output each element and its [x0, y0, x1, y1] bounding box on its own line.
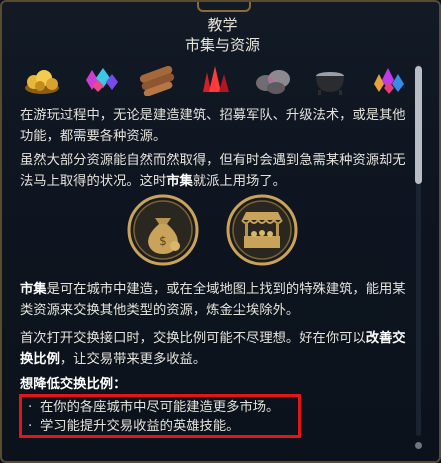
tips-heading: 想降低交换比例： [20, 377, 127, 392]
mixed-gems-resource-icon [366, 62, 410, 96]
crystal-resource-icon [193, 62, 237, 96]
market-need-text-end: 就派上用场了。 [192, 174, 286, 189]
exchange-rate-text: 首次打开交换接口时，交换比例可能不尽理想。好在你可以 [20, 331, 366, 346]
gems-resource-icon [78, 62, 122, 96]
tip-item: · 学习能提升交易收益的英雄技能。 [28, 415, 239, 434]
market-description-text: 是可在城市中建造，或在全域地图上找到的特殊建筑，能用某类资源来交换其他类型的资源… [20, 282, 406, 318]
mercury-cauldron-resource-icon [308, 62, 352, 96]
market-illustrations: $ [2, 194, 439, 268]
resource-icon-row [20, 62, 410, 98]
panel-top-ornament [197, 2, 251, 12]
tip-text: 在你的各座城市中尽可能建造更多市场。 [40, 400, 280, 415]
ore-resource-icon [251, 62, 295, 96]
panel-subtitle: 市集与资源 [184, 36, 260, 54]
bullet: · [28, 419, 33, 434]
gold-resource-icon [20, 62, 64, 96]
tip-text: 学习能提升交易收益的英雄技能。 [40, 419, 240, 434]
wood-resource-icon [135, 62, 179, 96]
scrollbar-end-cap [415, 442, 422, 449]
market-description-paragraph: 市集是可在城市中建造，或在全域地图上找到的特殊建筑，能用某类资源来交换其他类型的… [20, 279, 410, 321]
market-need-paragraph: 虽然大部分资源能自然而然取得，但有时会遇到急需某种资源却无法马上取得的状况。这时… [20, 150, 410, 192]
market-stall-icon [226, 194, 298, 266]
market-keyword: 市集 [166, 174, 193, 189]
exchange-rate-paragraph: 首次打开交换接口时，交换比例可能不尽理想。好在你可以改善交换比例，让交易带来更多… [20, 328, 410, 370]
svg-text:$: $ [159, 234, 167, 248]
exchange-rate-text-end: ，让交易带来更多收益。 [59, 352, 207, 367]
market-keyword-2: 市集 [20, 282, 47, 297]
money-bag-icon: $ [127, 194, 199, 266]
tutorial-panel: 教学 市集与资源 在游玩过程中，无论是建造建筑、招募军队、升级法术，或是其他功能… [0, 0, 441, 463]
tip-item: · 在你的各座城市中尽可能建造更多市场。 [28, 396, 279, 415]
panel-title: 教学 [207, 16, 238, 34]
scrollbar-thumb[interactable] [415, 66, 422, 184]
intro-paragraph: 在游玩过程中，无论是建造建筑、招募军队、升级法术，或是其他功能，都需要各种资源。 [20, 108, 406, 144]
bullet: · [28, 400, 33, 415]
